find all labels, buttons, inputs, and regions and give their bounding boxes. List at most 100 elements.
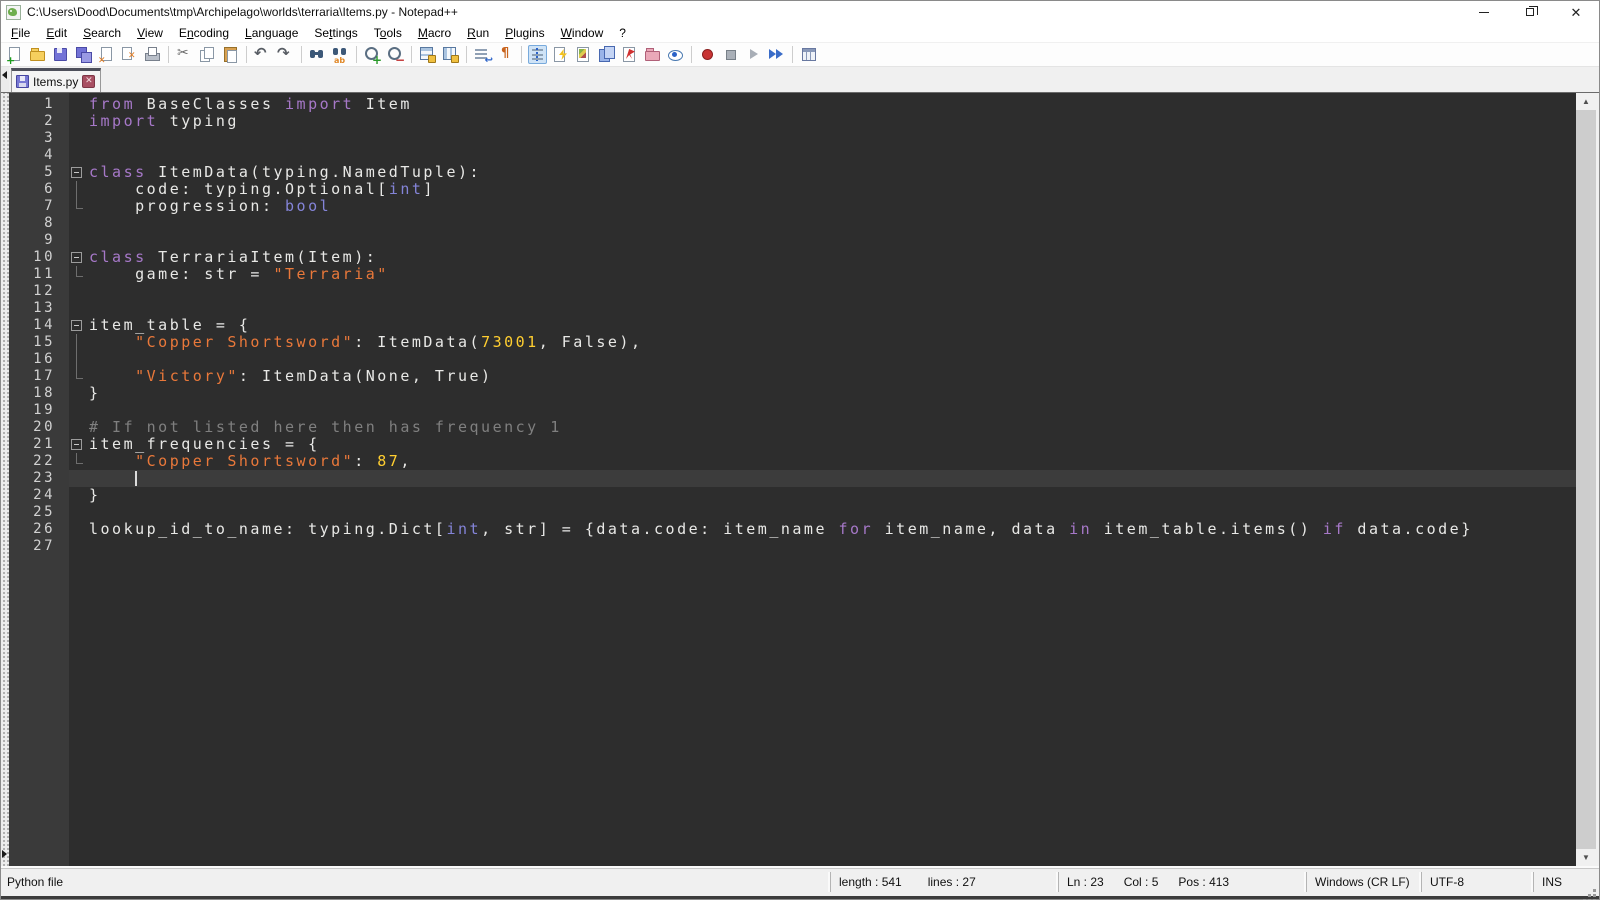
- monitoring-eye-icon[interactable]: [666, 45, 685, 64]
- line-number: 13: [9, 300, 69, 317]
- menu-edit[interactable]: Edit: [38, 24, 75, 42]
- status-typing-mode[interactable]: INS: [1533, 872, 1577, 892]
- zoom-in-icon[interactable]: [363, 45, 382, 64]
- fold-collapse-icon[interactable]: [69, 164, 89, 181]
- fold-margin: [69, 504, 89, 521]
- saved-file-icon: [16, 75, 29, 88]
- menu-encoding[interactable]: Encoding: [171, 24, 237, 42]
- redo-icon[interactable]: [276, 45, 295, 64]
- close-doc-icon[interactable]: [97, 45, 116, 64]
- fold-margin: [69, 487, 89, 504]
- zoom-out-icon[interactable]: [386, 45, 405, 64]
- tab-scroll-left-icon[interactable]: [2, 71, 7, 79]
- menu-window[interactable]: Window: [553, 24, 612, 42]
- macro-record-icon[interactable]: [698, 45, 717, 64]
- line-number: 9: [9, 232, 69, 249]
- toolbar-separator: [792, 46, 793, 63]
- window-title: C:\Users\Dood\Documents\tmp\Archipelago\…: [27, 5, 1461, 19]
- fold-margin: [69, 215, 89, 232]
- menu-language[interactable]: Language: [237, 24, 306, 42]
- replace-icon[interactable]: [331, 45, 350, 64]
- tab-close-icon[interactable]: ✕: [82, 75, 95, 88]
- tab-items-py[interactable]: Items.py ✕: [11, 68, 101, 92]
- cut-icon[interactable]: [175, 45, 194, 64]
- fold-margin: [69, 266, 89, 283]
- show-all-chars-icon[interactable]: [496, 45, 515, 64]
- minimize-button[interactable]: [1461, 1, 1507, 23]
- macro-run-multiple-icon[interactable]: [767, 45, 786, 64]
- save-all-icon[interactable]: [74, 45, 93, 64]
- paste-icon[interactable]: [221, 45, 240, 64]
- line-number: 24: [9, 487, 69, 504]
- open-folder-icon[interactable]: [28, 45, 47, 64]
- menu-run[interactable]: Run: [459, 24, 497, 42]
- code-line-1: 1from BaseClasses import Item: [9, 96, 1576, 113]
- code-line-9: 9: [9, 232, 1576, 249]
- code-line-25: 25: [9, 504, 1576, 521]
- macro-play-icon[interactable]: [744, 45, 763, 64]
- code-line-2: 2import typing: [9, 113, 1576, 130]
- scroll-up-icon[interactable]: ▲: [1576, 93, 1596, 110]
- menu-macro[interactable]: Macro: [410, 24, 459, 42]
- find-icon[interactable]: [308, 45, 327, 64]
- menu-settings[interactable]: Settings: [306, 24, 365, 42]
- status-eol-format[interactable]: Windows (CR LF): [1306, 872, 1421, 892]
- fold-collapse-icon[interactable]: [69, 317, 89, 334]
- line-number: 15: [9, 334, 69, 351]
- copy-icon[interactable]: [198, 45, 217, 64]
- indent-guide-icon[interactable]: [528, 45, 547, 64]
- fold-margin: [69, 283, 89, 300]
- menu-bar: FileEditSearchViewEncodingLanguageSettin…: [1, 23, 1599, 43]
- document-map-icon[interactable]: [574, 45, 593, 64]
- menu-view[interactable]: View: [129, 24, 171, 42]
- code-text: from BaseClasses import Item: [89, 96, 412, 113]
- code-text: progression: bool: [89, 198, 331, 215]
- menu-plugins[interactable]: Plugins: [497, 24, 552, 42]
- line-number: 21: [9, 436, 69, 453]
- editor-row: 1from BaseClasses import Item2import typ…: [1, 92, 1599, 866]
- fold-collapse-icon[interactable]: [69, 249, 89, 266]
- close-all-docs-icon[interactable]: [120, 45, 139, 64]
- menu-tools[interactable]: Tools: [366, 24, 410, 42]
- macro-stop-icon[interactable]: [721, 45, 740, 64]
- undo-icon[interactable]: [253, 45, 272, 64]
- status-encoding[interactable]: UTF-8: [1421, 872, 1533, 892]
- print-icon[interactable]: [143, 45, 162, 64]
- dock-arrow-right-icon[interactable]: [2, 850, 7, 858]
- sync-horizontal-icon[interactable]: [441, 45, 460, 64]
- save-icon[interactable]: [51, 45, 70, 64]
- code-editor[interactable]: 1from BaseClasses import Item2import typ…: [9, 93, 1576, 866]
- restore-button[interactable]: [1507, 1, 1553, 23]
- line-number: 17: [9, 368, 69, 385]
- fold-collapse-icon[interactable]: [69, 436, 89, 453]
- dock-grip-strip[interactable]: [1, 93, 9, 866]
- status-bar: Python file length : 541 lines : 27 Ln :…: [1, 866, 1599, 896]
- vertical-scrollbar[interactable]: ▲ ▼: [1576, 93, 1596, 866]
- menu-help[interactable]: ?: [611, 24, 634, 42]
- close-button[interactable]: ✕: [1553, 1, 1599, 23]
- line-number: 8: [9, 215, 69, 232]
- status-column: Col : 5: [1124, 872, 1159, 892]
- menu-search[interactable]: Search: [75, 24, 129, 42]
- save-macro-icon[interactable]: [799, 45, 818, 64]
- function-list-icon[interactable]: [551, 45, 570, 64]
- new-file-icon[interactable]: [5, 45, 24, 64]
- code-text: import typing: [89, 113, 239, 130]
- status-length-lines: length : 541 lines : 27: [830, 872, 1058, 892]
- code-text: "Copper Shortsword": ItemData(73001, Fal…: [89, 334, 643, 351]
- line-number: 12: [9, 283, 69, 300]
- menu-file[interactable]: File: [3, 24, 38, 42]
- word-wrap-icon[interactable]: [473, 45, 492, 64]
- sync-vertical-icon[interactable]: [418, 45, 437, 64]
- doc-red-marker-icon[interactable]: [620, 45, 639, 64]
- folder-monitor-icon[interactable]: [643, 45, 662, 64]
- code-line-17: 17 "Victory": ItemData(None, True): [9, 368, 1576, 385]
- doc-list-icon[interactable]: [597, 45, 616, 64]
- code-text: class TerrariaItem(Item):: [89, 249, 377, 266]
- code-line-10: 10class TerrariaItem(Item):: [9, 249, 1576, 266]
- scroll-down-icon[interactable]: ▼: [1576, 849, 1596, 866]
- fold-margin: [69, 419, 89, 436]
- fold-margin: [69, 402, 89, 419]
- resize-grip[interactable]: [1577, 868, 1599, 896]
- code-line-21: 21item_frequencies = {: [9, 436, 1576, 453]
